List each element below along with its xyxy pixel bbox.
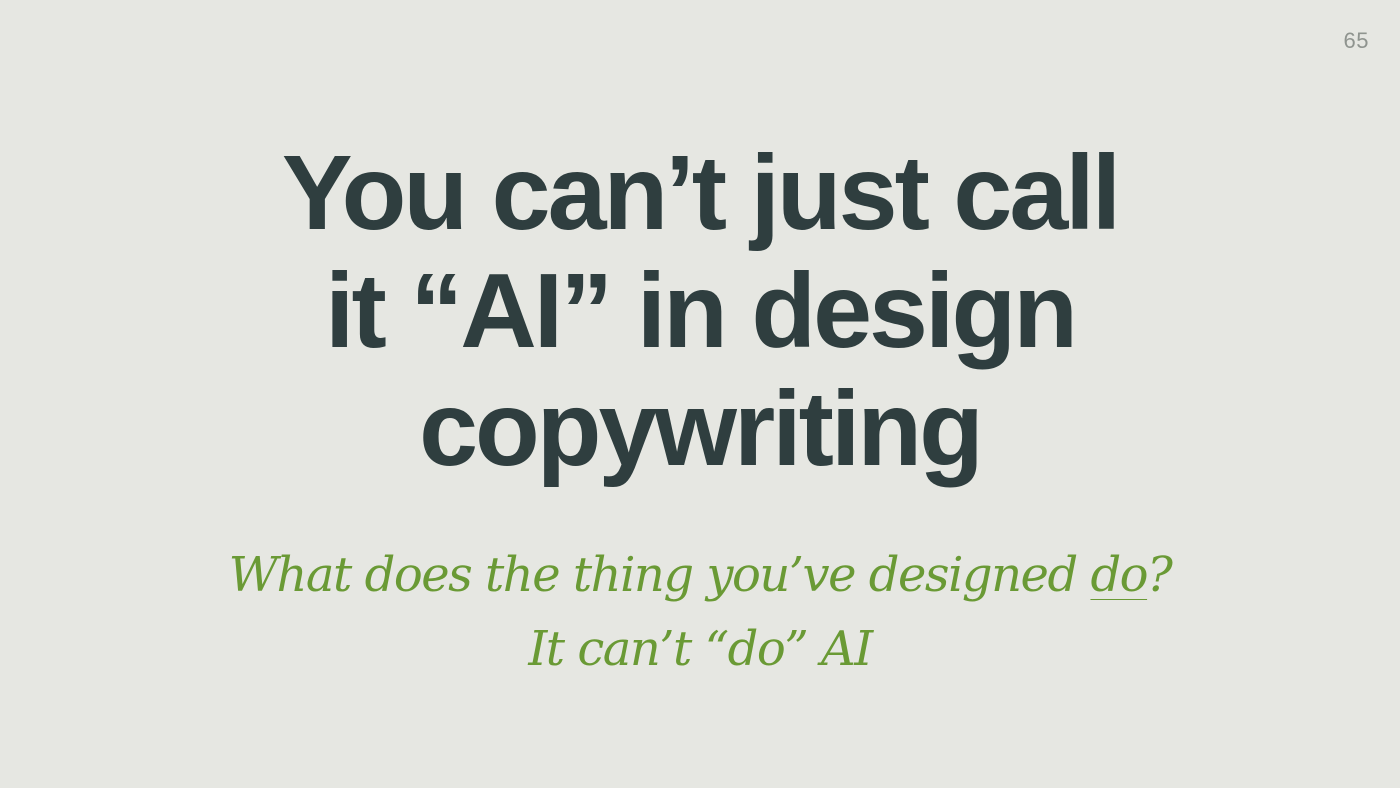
subtitle-line-1: What does the thing you’ve designed do? xyxy=(0,538,1400,612)
slide-headline: You can’t just call it “AI” in design co… xyxy=(0,134,1400,488)
headline-line-3: copywriting xyxy=(419,370,984,488)
subtitle-line-1-text: What does the thing you’ve designed xyxy=(228,547,1091,603)
slide: 65 You can’t just call it “AI” in design… xyxy=(0,0,1400,788)
subtitle-line-2: It can’t “do” AI xyxy=(528,621,873,677)
page-number: 65 xyxy=(1343,28,1369,53)
subtitle-line-1-end: ? xyxy=(1147,547,1173,603)
headline-line-1: You can’t just call xyxy=(281,134,1121,252)
slide-subtitle: What does the thing you’ve designed do? … xyxy=(0,538,1400,686)
headline-line-2: it “AI” in design xyxy=(325,252,1078,370)
subtitle-emphasis: do xyxy=(1090,547,1148,603)
